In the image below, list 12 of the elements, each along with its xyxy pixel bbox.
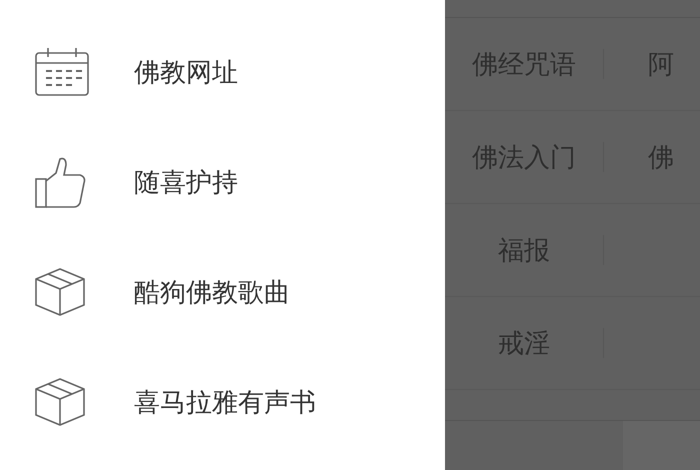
menu-item-label: 佛教网址 bbox=[134, 56, 238, 88]
menu-item-label: 随喜护持 bbox=[134, 166, 238, 198]
menu-item[interactable]: 佛教网址 bbox=[0, 17, 445, 127]
menu-item-label: 喜马拉雅有声书 bbox=[134, 386, 316, 418]
menu-item[interactable]: 酷狗佛教歌曲 bbox=[0, 237, 445, 347]
calendar-icon bbox=[34, 47, 90, 97]
menu-item-label: 酷狗佛教歌曲 bbox=[134, 276, 290, 308]
menu-item[interactable]: 喜马拉雅有声书 bbox=[0, 347, 445, 457]
box-icon bbox=[34, 267, 86, 317]
box-icon bbox=[34, 377, 86, 427]
thumbs-up-icon bbox=[34, 155, 88, 209]
menu-item[interactable]: 随喜护持 bbox=[0, 127, 445, 237]
